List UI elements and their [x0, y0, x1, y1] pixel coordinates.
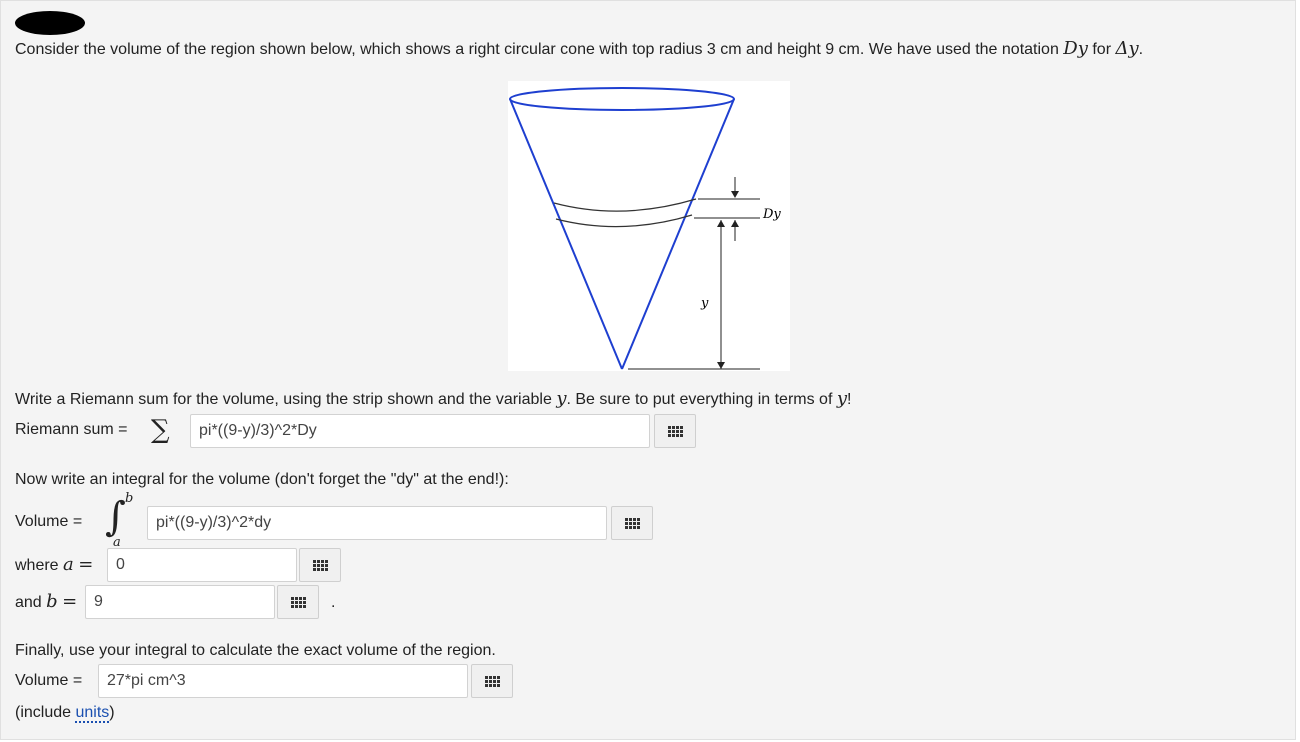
strip-top-arc: [553, 198, 697, 212]
q3-prompt: Finally, use your integral to calculate …: [15, 642, 496, 659]
cone-right-side: [621, 98, 735, 370]
problem-panel: Consider the volume of the region shown …: [0, 0, 1296, 740]
include-units-note: (include units): [15, 704, 115, 723]
riemann-sum-input[interactable]: pi*((9-y)/3)^2*Dy: [190, 414, 650, 448]
equation-editor-grid-icon: [290, 596, 306, 608]
sigma-symbol: ∑: [151, 415, 170, 445]
cone-diagram: Dy y: [509, 87, 781, 370]
lower-limit-input[interactable]: 0: [107, 548, 297, 582]
final-volume-label: Volume =: [15, 672, 83, 689]
riemann-sum-keypad-button[interactable]: [654, 414, 696, 448]
equation-editor-grid-icon: [667, 425, 683, 437]
equation-editor-grid-icon: [624, 517, 640, 529]
trailing-period: .: [331, 594, 336, 611]
final-volume-input[interactable]: 27*pi cm^3: [98, 664, 468, 698]
integral-input[interactable]: pi*((9-y)/3)^2*dy: [147, 506, 607, 540]
upper-limit: b: [125, 491, 134, 506]
intro-text: Consider the volume of the region shown …: [15, 38, 1144, 59]
equation-editor-grid-icon: [312, 559, 328, 571]
lower-limit-keypad-button[interactable]: [299, 548, 341, 582]
redacted-mark: [15, 11, 85, 35]
cone-top-ellipse: [509, 87, 735, 111]
integral-sign: ∫: [105, 494, 126, 540]
riemann-sum-label: Riemann sum =: [15, 421, 128, 438]
where-a-label: where a =: [15, 554, 94, 575]
cone-left-side: [509, 98, 623, 370]
integral-keypad-button[interactable]: [611, 506, 653, 540]
and-b-label: and b =: [15, 591, 78, 612]
label-y: y: [700, 296, 709, 311]
strip-bottom-arc: [555, 214, 693, 228]
q2-prompt: Now write an integral for the volume (do…: [15, 471, 509, 488]
final-volume-keypad-button[interactable]: [471, 664, 513, 698]
label-dy: Dy: [762, 207, 781, 222]
equation-editor-grid-icon: [484, 675, 500, 687]
q1-prompt: Write a Riemann sum for the volume, usin…: [15, 388, 852, 409]
units-help-link[interactable]: units: [75, 704, 110, 723]
upper-limit-keypad-button[interactable]: [277, 585, 319, 619]
cone-figure: Dy y: [508, 81, 790, 371]
volume-integral-label: Volume =: [15, 513, 83, 530]
upper-limit-input[interactable]: 9: [85, 585, 275, 619]
